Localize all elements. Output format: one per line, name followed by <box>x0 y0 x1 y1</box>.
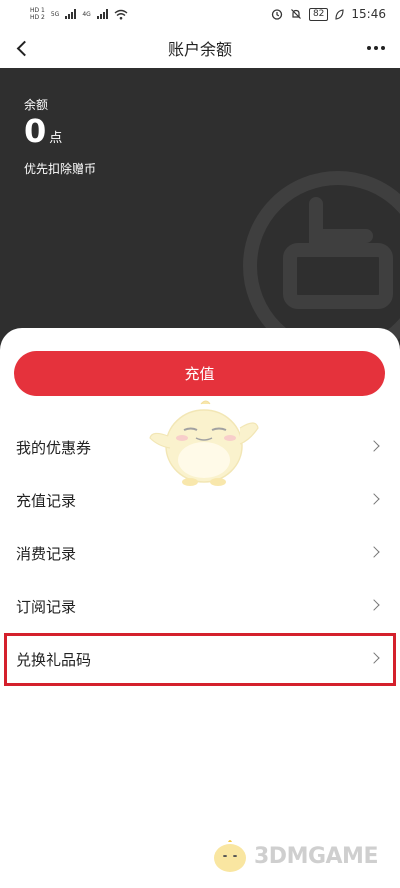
balance-label: 余额 <box>24 98 49 112</box>
clock: 15:46 <box>351 7 386 21</box>
leaf-icon <box>335 8 344 20</box>
recharge-button[interactable]: 充值 <box>14 351 385 396</box>
balance-amount: 0 <box>24 112 47 150</box>
network-label-2: 4G <box>82 10 91 18</box>
mascot-logo-icon <box>214 840 246 872</box>
menu-item-label: 消费记录 <box>16 545 77 563</box>
alarm-icon <box>271 9 283 20</box>
menu-item-label: 订阅记录 <box>16 598 77 616</box>
wifi-icon <box>114 9 128 19</box>
status-bar: HD 1 HD 2 5G 4G 82 15:46 <box>0 0 400 28</box>
chevron-right-icon <box>368 546 380 558</box>
more-options-button[interactable] <box>364 38 388 58</box>
page-title: 账户余额 <box>167 40 232 59</box>
chevron-right-icon <box>368 493 380 505</box>
balance-value: 0 点 <box>24 112 62 150</box>
menu-item-label: 兑换礼品码 <box>16 651 92 669</box>
sim2-label: HD 2 <box>30 14 45 21</box>
back-button[interactable] <box>10 36 34 60</box>
dot-icon <box>374 46 378 50</box>
chevron-left-icon <box>16 40 33 56</box>
sim-indicators: HD 1 HD 2 <box>30 7 45 21</box>
network-type-1: 5G <box>51 11 59 18</box>
menu-item-consumption-records[interactable]: 消费记录 <box>0 527 400 580</box>
chevron-right-icon <box>368 440 380 452</box>
signal-icon-2 <box>96 9 108 19</box>
status-left: HD 1 HD 2 5G 4G <box>30 7 128 21</box>
balance-panel: 余额 0 点 优先扣除赠币 <box>0 68 400 358</box>
chevron-right-icon <box>368 599 380 611</box>
brand-watermark: 3DMGAME <box>254 843 378 869</box>
chevron-right-icon <box>368 652 380 664</box>
menu-item-label: 我的优惠券 <box>16 439 92 457</box>
menu-item-redeem-gift-code[interactable]: 兑换礼品码 <box>4 633 396 686</box>
status-right: 82 15:46 <box>271 7 386 21</box>
network-label-1: 5G <box>50 10 60 18</box>
network-type-2: 4G <box>82 11 90 18</box>
nav-bar: 账户余额 <box>0 28 400 68</box>
menu-list: 我的优惠券 充值记录 消费记录 订阅记录 兑换礼品码 <box>0 421 400 686</box>
footer-watermark: 3DMGAME <box>210 838 378 874</box>
content-sheet: 充值 我的优惠券 充值记录 消费记录 订阅记录 兑换礼品码 <box>0 328 400 888</box>
dot-icon <box>367 46 371 50</box>
balance-note: 优先扣除赠币 <box>24 162 97 176</box>
menu-item-label: 充值记录 <box>16 492 77 510</box>
mute-bell-icon <box>291 9 301 19</box>
balance-unit: 点 <box>49 131 63 146</box>
signal-icon <box>65 9 77 19</box>
menu-item-coupons[interactable]: 我的优惠券 <box>0 421 400 474</box>
menu-item-recharge-records[interactable]: 充值记录 <box>0 474 400 527</box>
sim1-label: HD 1 <box>30 7 45 14</box>
battery-icon: 82 <box>308 7 329 21</box>
menu-item-subscription-records[interactable]: 订阅记录 <box>0 580 400 633</box>
dot-icon <box>381 46 385 50</box>
